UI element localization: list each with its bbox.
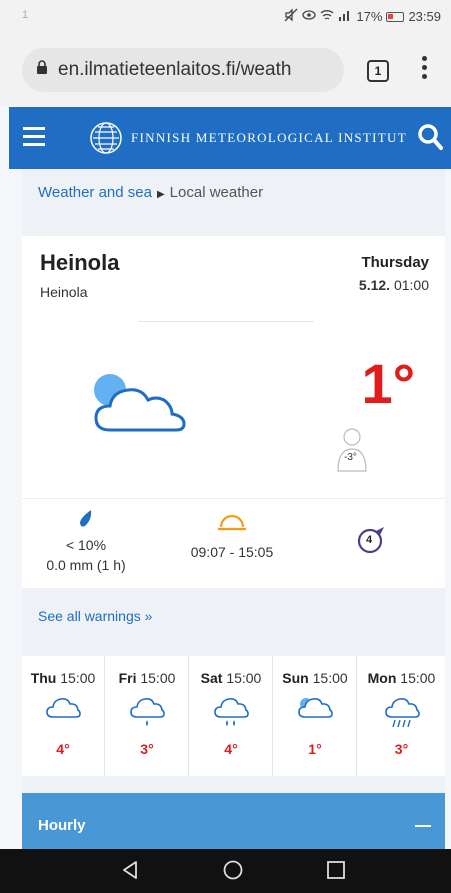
status-bar: 1 17% 23:59 bbox=[0, 0, 451, 32]
fmi-logo-icon[interactable] bbox=[89, 121, 123, 160]
forecast-time: 01:00 bbox=[393, 277, 429, 293]
forecast-date: 5.12. bbox=[358, 277, 391, 293]
url-text: en.ilmatieteenlaitos.fi/weath bbox=[58, 59, 292, 80]
home-icon[interactable] bbox=[222, 859, 244, 886]
wind: 4 bbox=[356, 499, 386, 555]
forecast-day-label: Sun bbox=[282, 670, 309, 686]
forecast-datetime: 5.12. 01:00 bbox=[359, 277, 429, 293]
current-temperature: 1° bbox=[361, 352, 415, 415]
location-sub: Heinola bbox=[40, 284, 88, 300]
cloud-light-rain-icon bbox=[106, 695, 188, 735]
forecast-temp: 4° bbox=[56, 741, 70, 757]
forecast-day-label: Sat bbox=[200, 670, 223, 686]
clock: 23:59 bbox=[408, 9, 441, 24]
main-content: Weather and sea ▶ Local weather Heinola He… bbox=[22, 169, 445, 849]
sun-times: 09:07 - 15:05 bbox=[190, 544, 274, 560]
forecast-item[interactable]: Sat 15:00 4° bbox=[190, 656, 273, 776]
back-icon[interactable] bbox=[120, 859, 140, 886]
mute-icon bbox=[284, 8, 298, 25]
search-icon[interactable] bbox=[417, 123, 443, 156]
precip-chance: < 10% bbox=[65, 537, 107, 553]
cloud-icon bbox=[22, 695, 104, 735]
site-brand[interactable]: FINNISH METEOROLOGICAL INSTITUTE bbox=[131, 130, 406, 146]
breadcrumb-arrow-icon: ▶ bbox=[156, 189, 165, 200]
forecast-item[interactable]: Fri 15:00 3° bbox=[106, 656, 189, 776]
browser-toolbar: en.ilmatieteenlaitos.fi/weath 1 bbox=[0, 32, 451, 106]
forecast-temp: 4° bbox=[224, 741, 238, 757]
more-menu-icon[interactable] bbox=[420, 56, 428, 84]
wind-speed: 4 bbox=[366, 534, 373, 546]
forecast-temp: 3° bbox=[394, 741, 409, 757]
wind-direction-icon: 4 bbox=[356, 525, 386, 555]
daily-forecast: Thu 15:00 4° Fri 15:00 3° Sat 15:00 4° S… bbox=[22, 656, 445, 776]
forecast-temp: 1° bbox=[308, 741, 322, 757]
collapse-icon[interactable] bbox=[415, 825, 431, 827]
tab-switcher-button[interactable]: 1 bbox=[367, 60, 389, 82]
forecast-day: Thursday bbox=[361, 254, 429, 271]
forecast-day-label: Mon bbox=[367, 670, 397, 686]
forecast-time-label: 15:00 bbox=[60, 670, 96, 686]
feels-like: -3° bbox=[334, 427, 370, 478]
partly-cloudy-icon bbox=[274, 695, 356, 735]
signal-icon bbox=[338, 8, 352, 25]
address-bar[interactable]: en.ilmatieteenlaitos.fi/weath bbox=[22, 48, 344, 92]
system-navigation-bar bbox=[0, 849, 451, 893]
wifi-icon bbox=[320, 8, 334, 25]
status-icons: 17% 23:59 bbox=[284, 8, 441, 25]
partly-cloudy-night-icon bbox=[90, 370, 190, 445]
lock-icon bbox=[36, 60, 48, 80]
forecast-time-label: 15:00 bbox=[312, 670, 348, 686]
forecast-time-label: 15:00 bbox=[400, 670, 436, 686]
status-left: 1 bbox=[22, 9, 29, 21]
forecast-item[interactable]: Thu 15:00 4° bbox=[22, 656, 105, 776]
battery-percent: 17% bbox=[356, 9, 383, 24]
location-name: Heinola bbox=[40, 250, 120, 275]
hourly-label: Hourly bbox=[38, 817, 86, 834]
recents-icon[interactable] bbox=[326, 859, 346, 886]
forecast-item[interactable]: Mon 15:00 3° bbox=[358, 656, 445, 776]
forecast-day-label: Thu bbox=[30, 670, 57, 686]
see-all-warnings-link[interactable]: See all warnings » bbox=[22, 589, 445, 633]
forecast-temp: 3° bbox=[140, 741, 154, 757]
precipitation: < 10% 0.0 mm (1 h) bbox=[46, 499, 126, 573]
cloud-rain-icon bbox=[190, 695, 272, 735]
hourly-section-toggle[interactable]: Hourly bbox=[22, 793, 445, 849]
breadcrumb-current: Local weather bbox=[169, 184, 264, 201]
sunrise-sunset: 09:07 - 15:05 bbox=[182, 499, 282, 560]
forecast-item[interactable]: Sun 15:00 1° bbox=[274, 656, 357, 776]
rain-drop-icon bbox=[46, 509, 126, 531]
eye-icon bbox=[302, 8, 317, 25]
cloud-sleet-icon bbox=[358, 695, 445, 735]
divider bbox=[138, 321, 314, 322]
forecast-time-label: 15:00 bbox=[226, 670, 262, 686]
forecast-day-label: Fri bbox=[118, 670, 137, 686]
sun-icon bbox=[182, 513, 282, 533]
site-header: FINNISH METEOROLOGICAL INSTITUTE bbox=[9, 107, 451, 169]
precip-amount: 0.0 mm (1 h) bbox=[46, 557, 126, 573]
breadcrumb-weather-and-sea[interactable]: Weather and sea bbox=[38, 184, 152, 201]
feels-like-value: -3° bbox=[344, 452, 357, 463]
menu-icon[interactable] bbox=[23, 127, 45, 147]
weather-stats: < 10% 0.0 mm (1 h) 09:07 - 15:05 4 bbox=[22, 498, 445, 588]
battery-icon bbox=[386, 11, 405, 22]
forecast-time-label: 15:00 bbox=[140, 670, 176, 686]
breadcrumb: Weather and sea ▶ Local weather bbox=[38, 184, 263, 201]
